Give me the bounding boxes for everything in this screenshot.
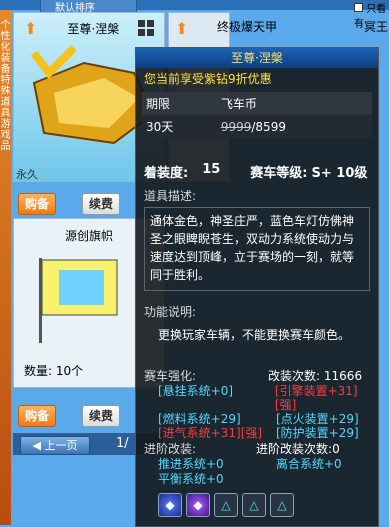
enhance-list: [悬挂系统+0] [引擎装置+31][强] [燃料系统+29] [点火装置+29] [进… (136, 384, 378, 440)
buy-button-label: 购备 (25, 197, 50, 211)
tooltip-title: 至尊·涅槃 (136, 48, 378, 68)
desc-box: 通体金色，神圣庄严，蓝色车灯仿佛神圣之眼睥睨苍生，双动力系统使动力与速度达到顶峰… (144, 207, 370, 291)
enhance-header: 赛车强化: 改装次数: 11666 (136, 367, 378, 384)
advance-row: 推进系统+0 离合系统+0 (136, 457, 378, 472)
level-label: 赛车等级: (250, 166, 308, 181)
triangle-slot-icon: △ (214, 493, 238, 517)
buy-button[interactable]: 购备 (18, 405, 57, 427)
buy-button[interactable]: 购备 (18, 193, 57, 215)
side-tab-text: 个性化 装 备 特殊道具 游戏品 (0, 20, 11, 152)
card-title: 至尊·涅槃 (67, 21, 120, 36)
enhance-item: [防护装置+29] (276, 426, 359, 440)
quantity-label: 数量: 10个 (24, 364, 84, 378)
price-header-term: 期限 (142, 92, 217, 115)
prev-page-button[interactable]: ◀ 上一页 (20, 436, 90, 455)
price-term: 30天 (142, 115, 217, 138)
equip-value: 15 (202, 162, 221, 177)
equip-label: 着装度: (144, 166, 189, 181)
enhance-item: [进气系统+31][强] (158, 426, 263, 440)
promo-text: 您当前享受紫钻9折优惠 (144, 72, 272, 86)
grid-icon[interactable] (138, 20, 154, 36)
card-title: 终极爆天甲 (217, 20, 278, 34)
upgrade-arrow-icon: ⬆ (24, 18, 38, 38)
advance-row: 平衡系统+0 (136, 472, 378, 487)
prev-arrow-icon: ◀ (32, 439, 41, 452)
purple-gem-icon: ◆ (186, 493, 210, 517)
desc-text: 通体金色，神圣庄严，蓝色车灯仿佛神圣之眼睥睨苍生，双动力系统使动力与速度达到顶峰… (150, 214, 355, 282)
duration-label: 永久 (16, 168, 38, 181)
renew-button[interactable]: 续费 (82, 405, 121, 427)
discount-price: /8599 (251, 119, 286, 134)
category-side-tab[interactable]: 个性化 装 备 特殊道具 游戏品 (0, 10, 11, 525)
gem-row: ◆ ◆ △ △ △ (136, 493, 378, 517)
enhance-item: [悬挂系统+0] (158, 384, 234, 398)
item-tooltip: 至尊·涅槃 您当前享受紫钻9折优惠 期限 飞车币 30天 9999/8599 着… (135, 47, 379, 527)
advance-count: 进阶改装次数:0 (256, 442, 340, 456)
card-title: 冥王 (364, 20, 389, 34)
buy-button-label: 购备 (25, 409, 50, 423)
renew-button-label: 续费 (89, 197, 114, 211)
advance-item: 平衡系统+0 (158, 472, 224, 486)
enhance-label: 赛车强化: (144, 369, 197, 383)
advance-item: 推进系统+0 (158, 457, 224, 471)
page-indicator: 1/ (116, 436, 129, 451)
modify-count: 改装次数: 11666 (268, 369, 363, 383)
enhance-row: [燃料系统+29] [点火装置+29] (136, 412, 378, 426)
func-label: 功能说明: (144, 305, 197, 319)
advance-header: 进阶改装: 进阶改装次数:0 (136, 440, 378, 457)
renew-button[interactable]: 续费 (82, 193, 121, 215)
enhance-item: [点火装置+29] (276, 412, 359, 426)
level-value: S+ 10级 (311, 166, 368, 181)
price-header-currency: 飞车币 (216, 92, 372, 115)
original-price: 9999 (220, 119, 252, 134)
prev-page-label: 上一页 (44, 439, 78, 452)
enhance-row: [悬挂系统+0] [引擎装置+31][强] (136, 384, 378, 412)
advance-list: 推进系统+0 离合系统+0 平衡系统+0 (136, 457, 378, 487)
price-table: 期限 飞车币 30天 9999/8599 (142, 92, 372, 138)
enhance-item: [燃料系统+29] (158, 412, 241, 426)
triangle-slot-icon: △ (270, 493, 294, 517)
stats-row: 着装度: 15 赛车等级: S+ 10级 (136, 162, 378, 181)
advance-item: 离合系统+0 (276, 457, 342, 471)
triangle-slot-icon: △ (242, 493, 266, 517)
enhance-item: [引擎装置+31][强] (274, 384, 358, 412)
checkbox-icon (354, 3, 363, 12)
upgrade-arrow-icon: ⬆ (175, 18, 189, 38)
renew-button-label: 续费 (89, 409, 114, 423)
desc-label: 道具描述: (144, 189, 197, 203)
blue-gem-icon: ◆ (158, 493, 182, 517)
func-text: 更换玩家车辆，不能更换赛车颜色。 (158, 328, 351, 342)
advance-label: 进阶改装: (144, 442, 197, 456)
enhance-row: [进气系统+31][强] [防护装置+29] (136, 426, 378, 440)
